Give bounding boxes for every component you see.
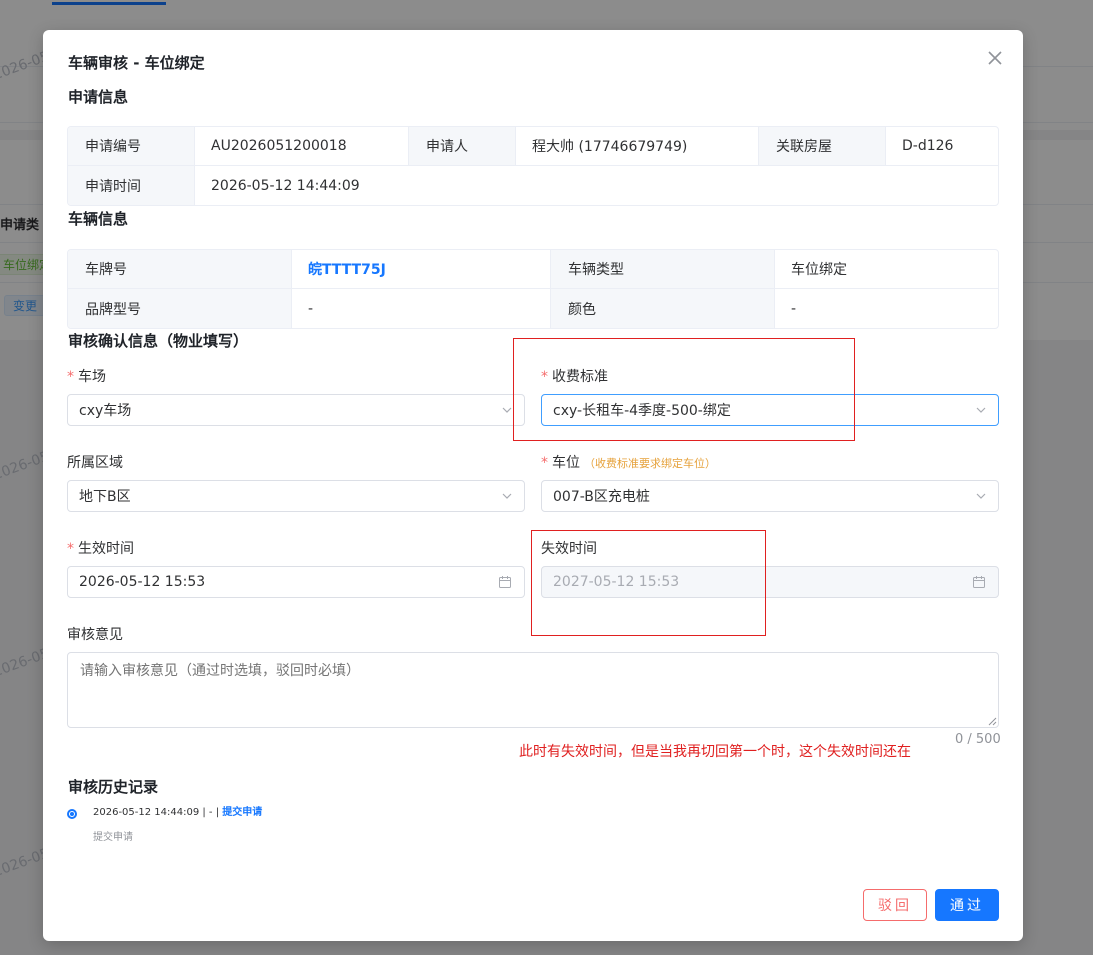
vehicle-type-label: 车辆类型 [551, 250, 775, 288]
vehicle-info-table: 车牌号 皖TTTT75J 车辆类型 车位绑定 品牌型号 - 颜色 - [67, 249, 999, 329]
chevron-down-icon [502, 493, 512, 499]
applicant-label: 申请人 [409, 127, 516, 165]
space-select[interactable]: 007-B区充电桩 [541, 480, 999, 512]
application-time-value: 2026-05-12 14:44:09 [211, 177, 360, 194]
color-label: 颜色 [551, 289, 775, 328]
space-label-text: 车位 [552, 455, 580, 471]
table-row: 车牌号 皖TTTT75J 车辆类型 车位绑定 [68, 250, 998, 289]
required-mark: * [67, 369, 74, 385]
table-row: 申请编号 AU2026051200018 申请人 程大帅 (1774667974… [68, 127, 998, 166]
timeline-meta-text: 2026-05-12 14:44:09 | - | [93, 807, 223, 818]
application-number-label: 申请编号 [68, 127, 195, 165]
application-time-label: 申请时间 [68, 166, 195, 205]
close-button[interactable] [985, 48, 1005, 68]
approve-button[interactable]: 通过 [935, 889, 999, 921]
reject-button[interactable]: 驳回 [863, 889, 927, 921]
plate-label: 车牌号 [68, 250, 292, 288]
calendar-icon [973, 576, 985, 588]
opinion-char-counter: 0 / 500 [955, 732, 1001, 747]
calendar-icon [499, 576, 511, 588]
vehicle-review-dialog: 车辆审核 - 车位绑定 申请信息 申请编号 AU2026051200018 申请… [43, 30, 1023, 941]
vehicle-type-value: 车位绑定 [791, 262, 847, 278]
application-info-heading: 申请信息 [68, 88, 129, 106]
review-info-heading: 审核确认信息（物业填写） [68, 332, 249, 350]
vehicle-info-heading: 车辆信息 [68, 210, 129, 228]
required-mark: * [541, 455, 548, 471]
chevron-down-icon [502, 407, 512, 413]
timeline-dot [67, 809, 77, 819]
brand-label: 品牌型号 [68, 289, 292, 328]
house-label: 关联房屋 [759, 127, 886, 165]
resize-handle-icon[interactable] [988, 717, 997, 726]
parking-lot-label-text: 车场 [78, 369, 106, 385]
chevron-down-icon [976, 493, 986, 499]
space-value: 007-B区充电桩 [553, 489, 650, 505]
brand-value: - [292, 289, 551, 328]
start-time-value: 2026-05-12 15:53 [79, 574, 206, 590]
area-select[interactable]: 地下B区 [67, 480, 525, 512]
area-label: 所属区域 [67, 455, 123, 471]
chevron-down-icon [976, 407, 986, 413]
start-time-picker[interactable]: 2026-05-12 15:53 [67, 566, 525, 598]
table-row: 申请时间 2026-05-12 14:44:09 [68, 166, 998, 205]
plate-value[interactable]: 皖TTTT75J [292, 250, 551, 288]
application-number-value: AU2026051200018 [195, 127, 409, 165]
parking-lot-select[interactable]: cxy车场 [67, 394, 525, 426]
parking-lot-label: * 车场 [67, 366, 106, 386]
timeline-action: 提交申请 [222, 807, 263, 818]
space-hint: （收费标准要求绑定车位） [584, 457, 716, 470]
history-heading: 审核历史记录 [68, 778, 159, 796]
applicant-value: 程大帅 (17746679749) [516, 127, 759, 165]
annotation-highlight-box [531, 530, 766, 636]
annotation-highlight-box [513, 338, 855, 441]
house-value: D-d126 [902, 138, 954, 154]
parking-lot-value: cxy车场 [79, 403, 132, 419]
opinion-label: 审核意见 [67, 627, 123, 643]
required-mark: * [67, 541, 74, 557]
dialog-title: 车辆审核 - 车位绑定 [68, 54, 205, 72]
timeline-item-desc: 提交申请 [93, 832, 133, 843]
application-info-table: 申请编号 AU2026051200018 申请人 程大帅 (1774667974… [67, 126, 999, 206]
table-row: 品牌型号 - 颜色 - [68, 289, 998, 328]
timeline-item-meta: 2026-05-12 14:44:09 | - | 提交申请 [93, 803, 262, 818]
opinion-textarea[interactable] [67, 652, 999, 728]
start-time-label-text: 生效时间 [78, 541, 134, 557]
color-value: - [791, 300, 797, 317]
space-label: * 车位 （收费标准要求绑定车位） [541, 452, 716, 472]
start-time-label: * 生效时间 [67, 538, 134, 558]
area-value: 地下B区 [79, 489, 131, 505]
close-icon [988, 51, 1002, 65]
annotation-note: 此时有失效时间，但是当我再切回第一个时，这个失效时间还在 [519, 744, 911, 760]
